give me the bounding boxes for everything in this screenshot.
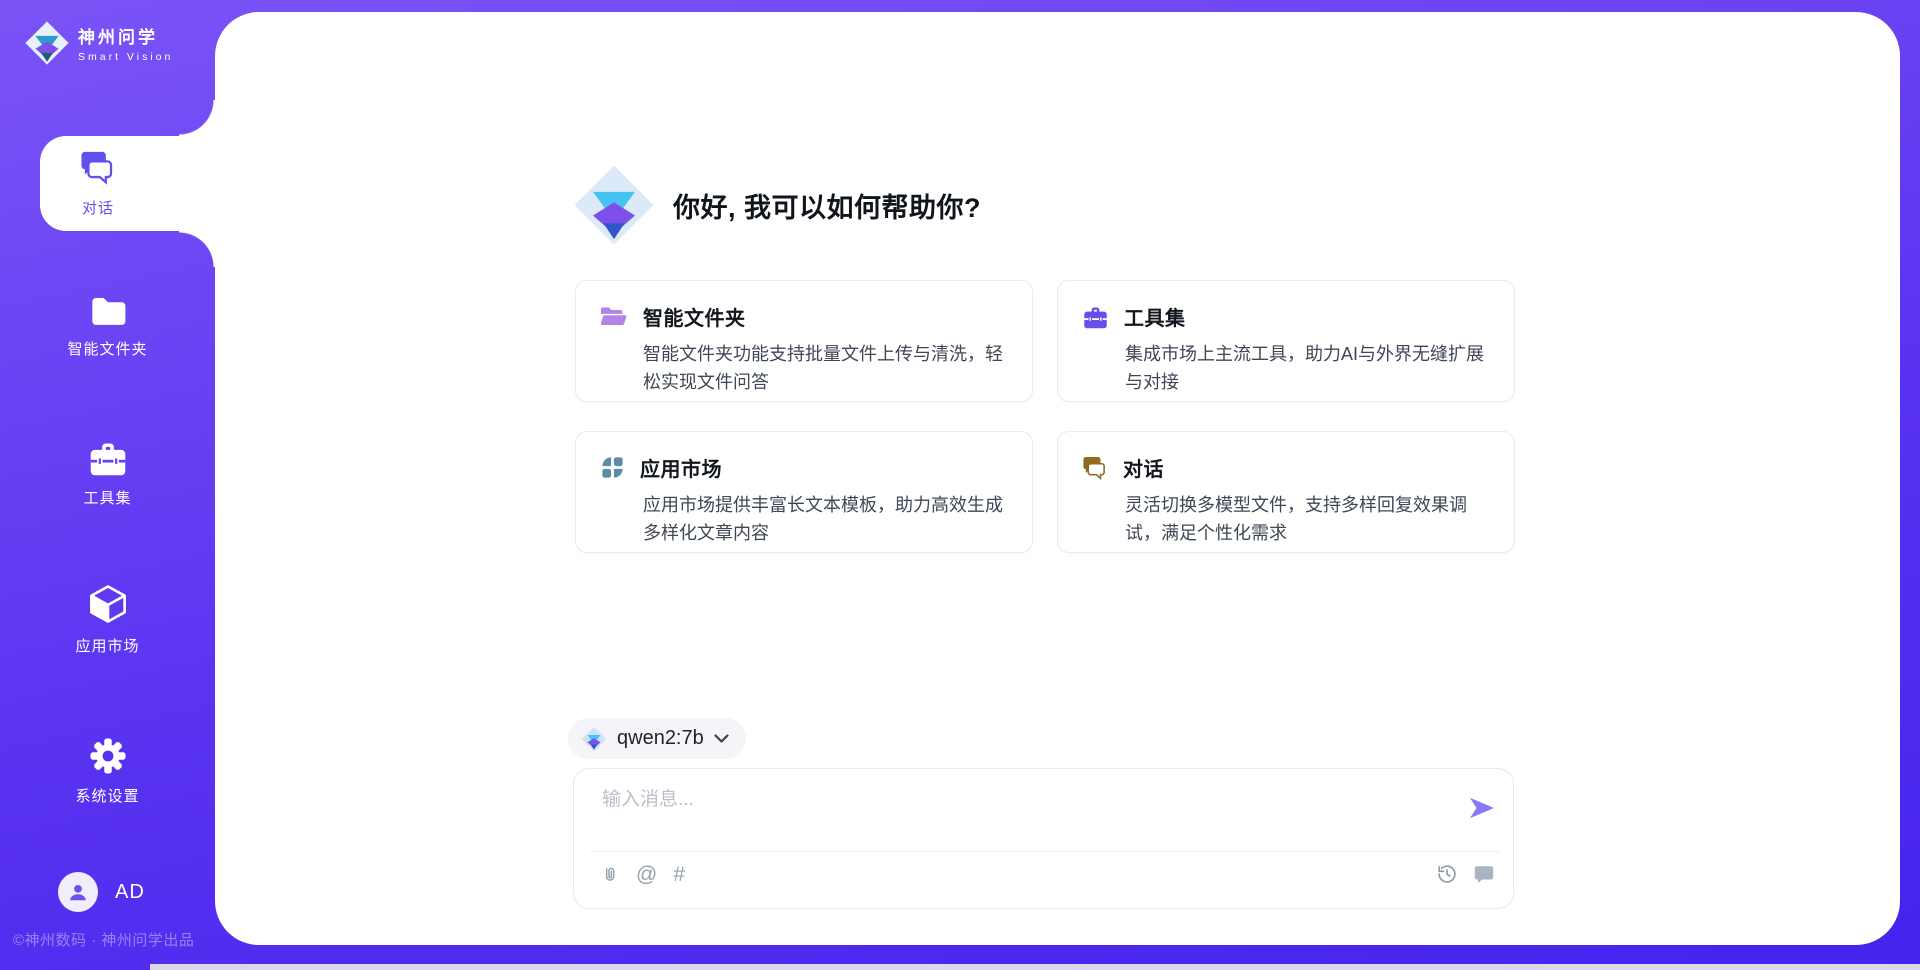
sidebar-item-smart-folder[interactable]: 智能文件夹 [0,293,215,359]
gear-icon [88,736,128,776]
diamond-logo-icon [572,160,656,250]
attach-file-button[interactable] [600,863,620,887]
card-title: 智能文件夹 [643,302,746,331]
sidebar-item-toolset[interactable]: 工具集 [0,438,215,508]
sidebar-item-label: 工具集 [0,487,215,508]
user-name: AD [115,881,145,904]
chevron-down-icon [714,734,729,743]
open-folder-icon [599,304,629,329]
message-composer: @ # [573,768,1514,909]
sidebar-item-label: 对话 [40,197,156,218]
model-name: qwen2:7b [617,727,704,750]
chat-square-icon [1473,863,1495,885]
card-description: 集成市场上主流工具，助力AI与外界无缝扩展与对接 [1125,340,1490,396]
sidebar-item-label: 应用市场 [0,635,215,656]
app-logo: 神州问学 Smart Vision [24,20,173,66]
toolbox-icon [1081,304,1110,330]
avatar [58,872,98,912]
sidebar-item-settings[interactable]: 系统设置 [0,736,215,806]
sidebar-item-label: 系统设置 [0,785,215,806]
folder-icon [88,293,128,329]
feature-cards: 智能文件夹 智能文件夹功能支持批量文件上传与清洗，轻松实现文件问答 [575,280,1515,553]
card-title: 对话 [1123,453,1164,482]
composer-divider [590,851,1499,852]
card-app-market[interactable]: 应用市场 应用市场提供丰富长文本模板，助力高效生成多样化文章内容 [575,431,1033,553]
copyright-footer: ©神州数码 · 神州问学出品 [13,929,194,950]
card-description: 灵活切换多模型文件，支持多样回复效果调试，满足个性化需求 [1125,491,1490,547]
new-chat-button[interactable] [1473,863,1495,885]
card-chat[interactable]: 对话 灵活切换多模型文件，支持多样回复效果调试，满足个性化需求 [1057,431,1515,553]
diamond-logo-icon [24,20,70,66]
card-description: 应用市场提供丰富长文本模板，助力高效生成多样化文章内容 [643,491,1008,547]
paperclip-icon [600,863,620,887]
toolbox-icon [86,438,130,478]
app-name: 神州问学 [78,23,173,48]
greeting-block: 你好, 我可以如何帮助你? [572,160,981,250]
card-title: 工具集 [1124,302,1186,331]
segments-icon [599,454,626,481]
diamond-logo-icon [581,726,607,752]
send-icon [1467,795,1497,821]
person-icon [67,881,89,903]
app-subtitle: Smart Vision [78,51,173,63]
user-profile[interactable]: AD [58,872,145,912]
chat-bubbles-icon [1081,455,1109,481]
card-description: 智能文件夹功能支持批量文件上传与清洗，轻松实现文件问答 [643,340,1008,396]
sidebar-item-label: 智能文件夹 [0,338,215,359]
model-selector[interactable]: qwen2:7b [568,718,746,759]
chat-bubbles-icon [78,149,118,186]
sidebar-item-chat[interactable]: 对话 [40,136,215,231]
at-icon[interactable]: @ [636,863,657,887]
pill-fillet-top [179,100,215,136]
pill-fillet-bottom [179,231,215,267]
message-input[interactable] [602,784,1432,842]
history-button[interactable] [1436,863,1458,885]
cube-icon [87,582,129,626]
app-window: 神州问学 Smart Vision 对话 智能文件夹 [0,0,1920,970]
window-bottom-strip [150,964,1920,970]
sidebar-item-app-market[interactable]: 应用市场 [0,582,215,656]
card-smart-folder[interactable]: 智能文件夹 智能文件夹功能支持批量文件上传与清洗，轻松实现文件问答 [575,280,1033,402]
history-icon [1436,863,1458,885]
hash-icon[interactable]: # [673,863,685,887]
send-button[interactable] [1467,795,1497,824]
card-toolset[interactable]: 工具集 集成市场上主流工具，助力AI与外界无缝扩展与对接 [1057,280,1515,402]
card-title: 应用市场 [640,453,722,482]
greeting-title: 你好, 我可以如何帮助你? [673,186,981,225]
